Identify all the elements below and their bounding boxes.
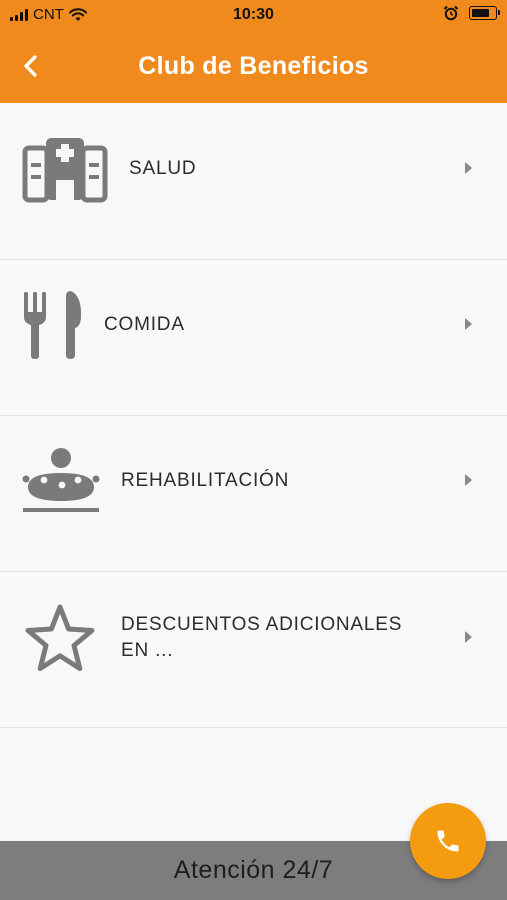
category-label-line2: EN ... bbox=[121, 640, 174, 661]
battery-fill bbox=[472, 9, 489, 17]
alarm-icon bbox=[443, 5, 459, 21]
category-row-rehabilitacion[interactable]: REHABILITACIÓN bbox=[0, 415, 507, 572]
category-label: REHABILITACIÓN bbox=[121, 470, 290, 491]
chevron-right-icon bbox=[465, 162, 472, 174]
battery-icon bbox=[469, 6, 500, 20]
category-row-descuentos[interactable]: DESCUENTOS ADICIONALES EN ... bbox=[0, 571, 507, 728]
chevron-right-icon bbox=[465, 631, 472, 643]
category-label: COMIDA bbox=[104, 314, 185, 335]
fork-knife-icon bbox=[24, 291, 82, 359]
call-button[interactable] bbox=[410, 803, 486, 879]
status-time: 10:30 bbox=[233, 6, 274, 23]
hospital-icon bbox=[22, 138, 108, 203]
category-row-comida[interactable]: COMIDA bbox=[0, 259, 507, 416]
status-bar: CNT 10:30 bbox=[0, 0, 507, 30]
chevron-right-icon bbox=[465, 474, 472, 486]
category-row-salud[interactable]: SALUD bbox=[0, 103, 507, 260]
page-title: Club de Beneficios bbox=[138, 52, 369, 80]
category-label: DESCUENTOS ADICIONALES EN ... bbox=[121, 612, 402, 664]
footer-label: Atención 24/7 bbox=[173, 856, 334, 884]
category-label-line1: DESCUENTOS ADICIONALES bbox=[121, 614, 403, 635]
category-label: SALUD bbox=[129, 158, 197, 179]
massage-icon bbox=[22, 448, 100, 512]
chevron-right-icon bbox=[465, 318, 472, 330]
app-header: CNT 10:30 Club de Beneficios bbox=[0, 0, 507, 103]
phone-icon bbox=[437, 830, 459, 852]
star-icon bbox=[25, 604, 95, 671]
status-right bbox=[443, 5, 500, 21]
